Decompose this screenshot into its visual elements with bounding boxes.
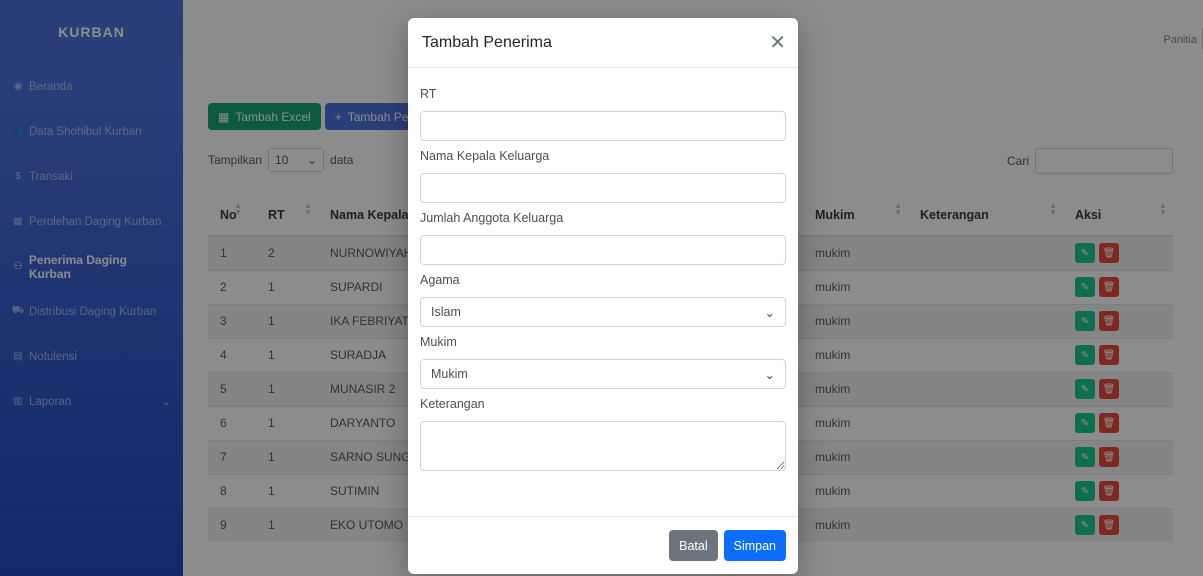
mukim-value: Mukim [431, 367, 468, 381]
mukim-select[interactable]: Mukim ⌄ [420, 359, 786, 389]
modal-title: Tambah Penerima [422, 33, 552, 51]
keterangan-field[interactable] [420, 421, 786, 471]
keterangan-label: Keterangan [420, 397, 485, 411]
jumlah-label: Jumlah Anggota Keluarga [420, 211, 564, 225]
agama-value: Islam [431, 305, 461, 319]
jumlah-anggota-field[interactable] [420, 235, 786, 265]
cancel-button[interactable]: Batal [669, 530, 718, 561]
tambah-penerima-modal: Tambah Penerima ✕ RT Nama Kepala Keluarg… [408, 18, 798, 574]
mukim-label: Mukim [420, 335, 457, 349]
close-icon[interactable]: ✕ [769, 30, 786, 55]
chevron-down-icon: ⌄ [764, 367, 775, 382]
agama-select[interactable]: Islam ⌄ [420, 297, 786, 327]
agama-label: Agama [420, 273, 460, 287]
modal-header: Tambah Penerima ✕ [408, 18, 798, 68]
chevron-down-icon: ⌄ [764, 305, 775, 320]
modal-footer: Batal Simpan [408, 516, 798, 574]
rt-label: RT [420, 87, 437, 101]
modal-body: RT Nama Kepala Keluarga Jumlah Anggota K… [408, 68, 798, 471]
save-button[interactable]: Simpan [723, 530, 786, 561]
rt-field[interactable] [420, 111, 786, 141]
nama-label: Nama Kepala Keluarga [420, 149, 550, 163]
nama-kepala-keluarga-field[interactable] [420, 173, 786, 203]
